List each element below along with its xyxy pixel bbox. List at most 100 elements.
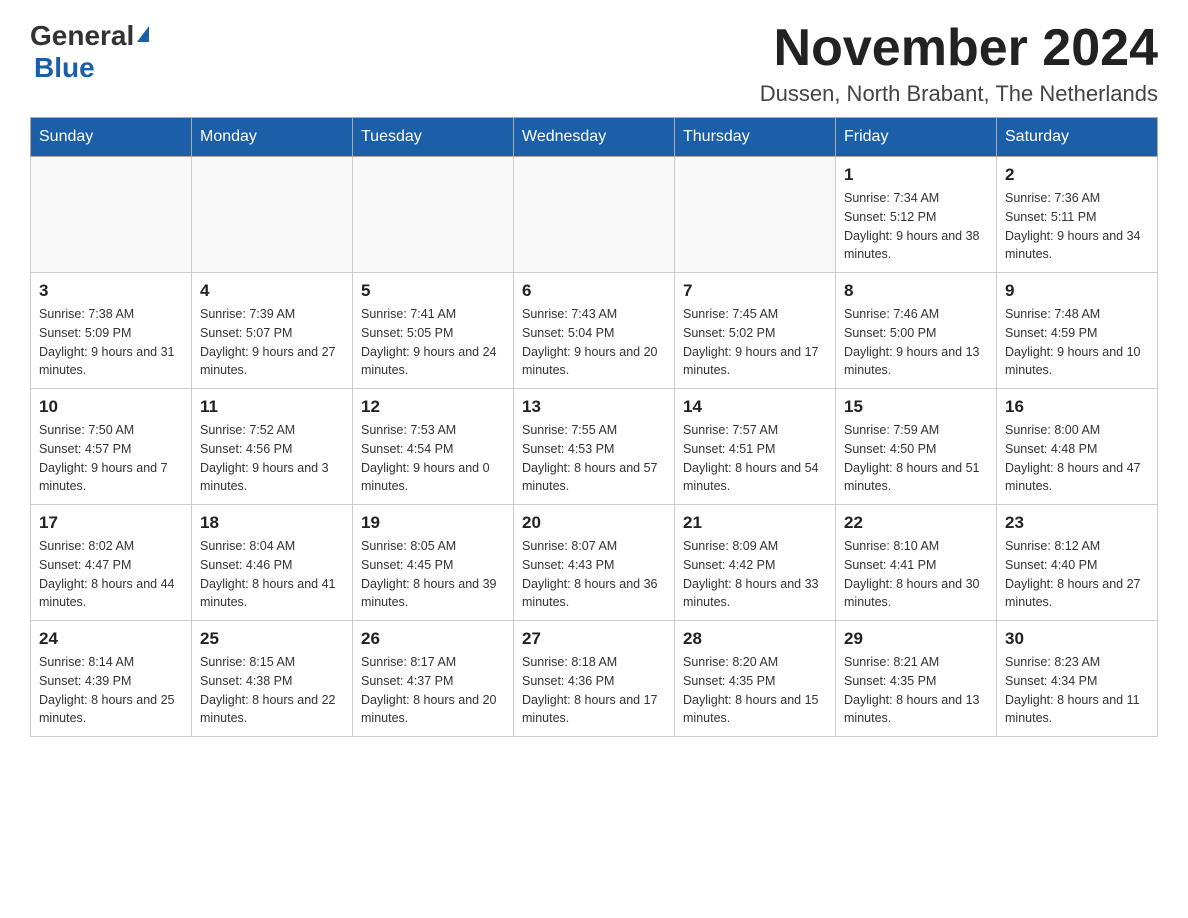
day-info: Sunrise: 7:57 AM Sunset: 4:51 PM Dayligh… [683, 421, 827, 496]
day-number: 14 [683, 397, 827, 417]
day-info: Sunrise: 8:18 AM Sunset: 4:36 PM Dayligh… [522, 653, 666, 728]
calendar-cell: 12 Sunrise: 7:53 AM Sunset: 4:54 PM Dayli… [353, 389, 514, 505]
day-info: Sunrise: 8:05 AM Sunset: 4:45 PM Dayligh… [361, 537, 505, 612]
day-info: Sunrise: 8:00 AM Sunset: 4:48 PM Dayligh… [1005, 421, 1149, 496]
day-number: 17 [39, 513, 183, 533]
day-info: Sunrise: 7:43 AM Sunset: 5:04 PM Dayligh… [522, 305, 666, 380]
day-info: Sunrise: 7:36 AM Sunset: 5:11 PM Dayligh… [1005, 189, 1149, 264]
calendar-week-row: 3 Sunrise: 7:38 AM Sunset: 5:09 PM Daylig… [31, 273, 1158, 389]
calendar-cell: 28 Sunrise: 8:20 AM Sunset: 4:35 PM Dayli… [675, 621, 836, 737]
calendar-week-row: 1 Sunrise: 7:34 AM Sunset: 5:12 PM Daylig… [31, 157, 1158, 273]
calendar-cell: 22 Sunrise: 8:10 AM Sunset: 4:41 PM Dayli… [836, 505, 997, 621]
day-info: Sunrise: 8:23 AM Sunset: 4:34 PM Dayligh… [1005, 653, 1149, 728]
calendar-cell: 6 Sunrise: 7:43 AM Sunset: 5:04 PM Daylig… [514, 273, 675, 389]
day-number: 2 [1005, 165, 1149, 185]
day-info: Sunrise: 7:48 AM Sunset: 4:59 PM Dayligh… [1005, 305, 1149, 380]
day-number: 25 [200, 629, 344, 649]
calendar-cell: 13 Sunrise: 7:55 AM Sunset: 4:53 PM Dayli… [514, 389, 675, 505]
day-info: Sunrise: 8:15 AM Sunset: 4:38 PM Dayligh… [200, 653, 344, 728]
calendar-cell [31, 157, 192, 273]
day-info: Sunrise: 7:39 AM Sunset: 5:07 PM Dayligh… [200, 305, 344, 380]
weekday-header-row: SundayMondayTuesdayWednesdayThursdayFrid… [31, 118, 1158, 157]
calendar-cell: 3 Sunrise: 7:38 AM Sunset: 5:09 PM Daylig… [31, 273, 192, 389]
calendar-week-row: 24Sunrise: 8:14 AM Sunset: 4:39 PM Dayli… [31, 621, 1158, 737]
day-info: Sunrise: 8:21 AM Sunset: 4:35 PM Dayligh… [844, 653, 988, 728]
title-section: November 2024 Dussen, North Brabant, The… [760, 20, 1158, 107]
day-number: 23 [1005, 513, 1149, 533]
calendar-cell: 14 Sunrise: 7:57 AM Sunset: 4:51 PM Dayli… [675, 389, 836, 505]
calendar-cell: 30 Sunrise: 8:23 AM Sunset: 4:34 PM Dayli… [997, 621, 1158, 737]
day-info: Sunrise: 8:20 AM Sunset: 4:35 PM Dayligh… [683, 653, 827, 728]
day-info: Sunrise: 7:45 AM Sunset: 5:02 PM Dayligh… [683, 305, 827, 380]
day-number: 21 [683, 513, 827, 533]
day-info: Sunrise: 8:07 AM Sunset: 4:43 PM Dayligh… [522, 537, 666, 612]
calendar-cell: 11Sunrise: 7:52 AM Sunset: 4:56 PM Dayli… [192, 389, 353, 505]
calendar-cell [675, 157, 836, 273]
calendar-cell: 21 Sunrise: 8:09 AM Sunset: 4:42 PM Dayli… [675, 505, 836, 621]
calendar-cell: 25 Sunrise: 8:15 AM Sunset: 4:38 PM Dayli… [192, 621, 353, 737]
calendar-cell: 27 Sunrise: 8:18 AM Sunset: 4:36 PM Dayli… [514, 621, 675, 737]
calendar-table: SundayMondayTuesdayWednesdayThursdayFrid… [30, 117, 1158, 737]
day-number: 26 [361, 629, 505, 649]
day-info: Sunrise: 8:17 AM Sunset: 4:37 PM Dayligh… [361, 653, 505, 728]
calendar-cell: 23 Sunrise: 8:12 AM Sunset: 4:40 PM Dayli… [997, 505, 1158, 621]
logo: General Blue [30, 20, 149, 84]
day-number: 9 [1005, 281, 1149, 301]
logo-blue-text: Blue [34, 52, 95, 83]
calendar-cell: 1 Sunrise: 7:34 AM Sunset: 5:12 PM Daylig… [836, 157, 997, 273]
day-number: 11 [200, 397, 344, 417]
day-info: Sunrise: 8:02 AM Sunset: 4:47 PM Dayligh… [39, 537, 183, 612]
day-info: Sunrise: 7:50 AM Sunset: 4:57 PM Dayligh… [39, 421, 183, 496]
day-info: Sunrise: 7:55 AM Sunset: 4:53 PM Dayligh… [522, 421, 666, 496]
calendar-cell: 2 Sunrise: 7:36 AM Sunset: 5:11 PM Daylig… [997, 157, 1158, 273]
calendar-cell: 17 Sunrise: 8:02 AM Sunset: 4:47 PM Dayli… [31, 505, 192, 621]
day-number: 19 [361, 513, 505, 533]
weekday-header-thursday: Thursday [675, 118, 836, 157]
day-info: Sunrise: 7:46 AM Sunset: 5:00 PM Dayligh… [844, 305, 988, 380]
calendar-cell: 5Sunrise: 7:41 AM Sunset: 5:05 PM Daylig… [353, 273, 514, 389]
day-number: 7 [683, 281, 827, 301]
day-number: 3 [39, 281, 183, 301]
day-info: Sunrise: 7:38 AM Sunset: 5:09 PM Dayligh… [39, 305, 183, 380]
calendar-cell: 29 Sunrise: 8:21 AM Sunset: 4:35 PM Dayli… [836, 621, 997, 737]
day-number: 20 [522, 513, 666, 533]
calendar-cell: 15Sunrise: 7:59 AM Sunset: 4:50 PM Dayli… [836, 389, 997, 505]
day-number: 15 [844, 397, 988, 417]
day-number: 22 [844, 513, 988, 533]
calendar-cell: 20 Sunrise: 8:07 AM Sunset: 4:43 PM Dayli… [514, 505, 675, 621]
day-info: Sunrise: 7:53 AM Sunset: 4:54 PM Dayligh… [361, 421, 505, 496]
calendar-cell: 18 Sunrise: 8:04 AM Sunset: 4:46 PM Dayli… [192, 505, 353, 621]
day-info: Sunrise: 7:34 AM Sunset: 5:12 PM Dayligh… [844, 189, 988, 264]
logo-general: General [30, 20, 134, 52]
day-number: 12 [361, 397, 505, 417]
day-info: Sunrise: 8:12 AM Sunset: 4:40 PM Dayligh… [1005, 537, 1149, 612]
day-number: 6 [522, 281, 666, 301]
calendar-cell: 8 Sunrise: 7:46 AM Sunset: 5:00 PM Daylig… [836, 273, 997, 389]
day-number: 8 [844, 281, 988, 301]
calendar-cell: 19 Sunrise: 8:05 AM Sunset: 4:45 PM Dayli… [353, 505, 514, 621]
day-number: 10 [39, 397, 183, 417]
day-number: 29 [844, 629, 988, 649]
day-number: 13 [522, 397, 666, 417]
weekday-header-wednesday: Wednesday [514, 118, 675, 157]
calendar-cell: 4Sunrise: 7:39 AM Sunset: 5:07 PM Daylig… [192, 273, 353, 389]
calendar-cell: 16Sunrise: 8:00 AM Sunset: 4:48 PM Dayli… [997, 389, 1158, 505]
day-info: Sunrise: 8:04 AM Sunset: 4:46 PM Dayligh… [200, 537, 344, 612]
day-number: 27 [522, 629, 666, 649]
day-number: 18 [200, 513, 344, 533]
calendar-cell: 7 Sunrise: 7:45 AM Sunset: 5:02 PM Daylig… [675, 273, 836, 389]
weekday-header-monday: Monday [192, 118, 353, 157]
day-info: Sunrise: 8:09 AM Sunset: 4:42 PM Dayligh… [683, 537, 827, 612]
day-number: 28 [683, 629, 827, 649]
day-info: Sunrise: 8:10 AM Sunset: 4:41 PM Dayligh… [844, 537, 988, 612]
calendar-cell: 24Sunrise: 8:14 AM Sunset: 4:39 PM Dayli… [31, 621, 192, 737]
calendar-week-row: 17 Sunrise: 8:02 AM Sunset: 4:47 PM Dayli… [31, 505, 1158, 621]
calendar-cell [353, 157, 514, 273]
month-title: November 2024 [760, 20, 1158, 77]
day-info: Sunrise: 8:14 AM Sunset: 4:39 PM Dayligh… [39, 653, 183, 728]
day-number: 1 [844, 165, 988, 185]
day-number: 30 [1005, 629, 1149, 649]
calendar-cell: 26 Sunrise: 8:17 AM Sunset: 4:37 PM Dayli… [353, 621, 514, 737]
page-header: General Blue November 2024 Dussen, North… [30, 20, 1158, 107]
weekday-header-friday: Friday [836, 118, 997, 157]
